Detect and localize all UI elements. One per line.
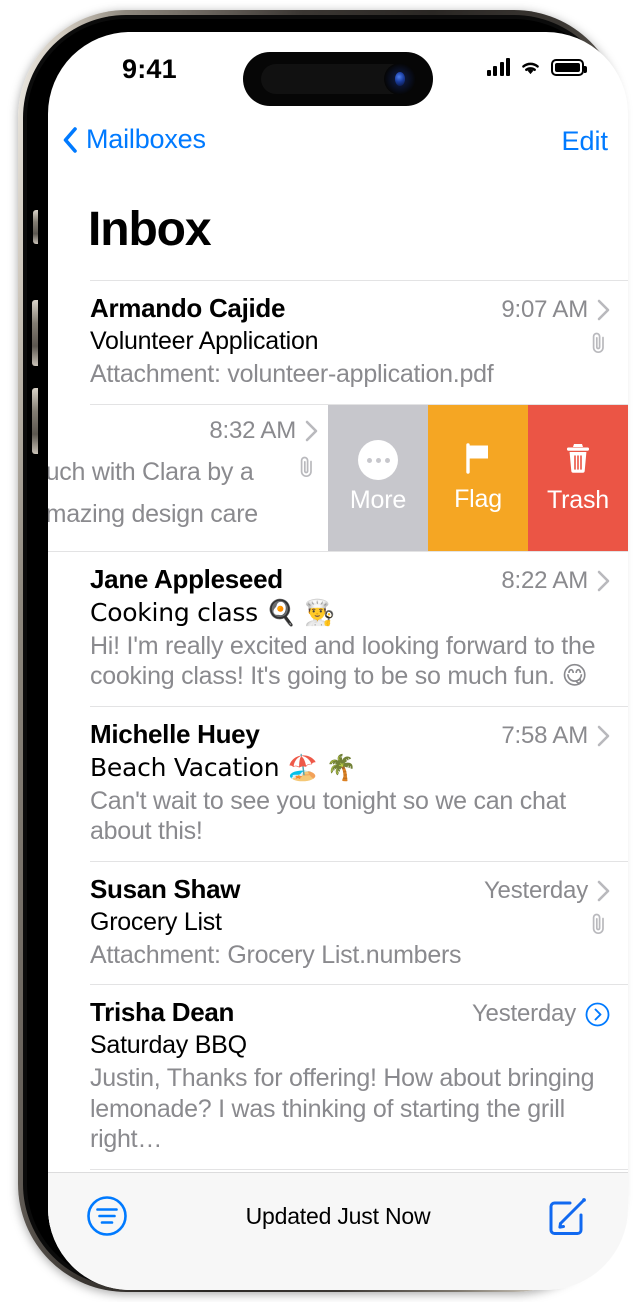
- chevron-right-icon: [305, 420, 318, 442]
- table-row[interactable]: Susan Shaw Yesterday Grocery List Attach…: [48, 861, 628, 984]
- bottom-toolbar: Updated Just Now: [48, 1172, 628, 1290]
- chevron-left-icon: [62, 126, 78, 154]
- email-sender: Trisha Dean: [90, 997, 235, 1027]
- navigation-bar: Mailboxes Edit: [48, 124, 628, 180]
- row-header: Jane Appleseed 8:22 AM: [90, 564, 628, 595]
- table-row[interactable]: Jane Appleseed 8:22 AM Cooking class 🍳 👨…: [48, 551, 628, 706]
- email-sender: Armando Cajide: [90, 293, 286, 323]
- swipe-more-button[interactable]: More: [328, 404, 428, 551]
- attachment-paperclip-icon: [297, 455, 316, 479]
- back-button-label: Mailboxes: [86, 124, 206, 154]
- flag-icon: [463, 442, 493, 479]
- attachment-paperclip-icon: [589, 912, 608, 936]
- row-meta: Yesterday: [484, 877, 610, 905]
- dynamic-island: [243, 52, 433, 106]
- volume-down-button[interactable]: [32, 388, 38, 454]
- chevron-right-icon: [597, 299, 610, 321]
- silent-switch-button[interactable]: [33, 210, 38, 244]
- email-preview: Attachment: volunteer-application.pdf: [90, 360, 494, 388]
- swiped-row-content[interactable]: 8:32 AM ouch with Clara by a amazing des…: [48, 404, 328, 551]
- chevron-right-icon: [597, 570, 610, 592]
- email-time: 7:58 AM: [501, 721, 588, 749]
- email-time: 9:07 AM: [501, 296, 588, 323]
- battery-full-icon: [551, 58, 587, 76]
- email-subject: Volunteer Application: [90, 327, 319, 355]
- edit-button[interactable]: Edit: [561, 126, 608, 157]
- email-time: 8:32 AM: [209, 416, 296, 444]
- table-row[interactable]: Armando Cajide 9:07 AM Volunteer Applica…: [48, 281, 628, 404]
- email-preview-line-1: ouch with Clara by a: [48, 457, 254, 486]
- email-sender: Jane Appleseed: [90, 563, 283, 594]
- volume-up-button[interactable]: [32, 300, 38, 366]
- row-header: Michelle Huey 7:58 AM: [90, 719, 628, 750]
- swipe-trash-button[interactable]: Trash: [528, 404, 628, 551]
- mail-list: Armando Cajide 9:07 AM Volunteer Applica…: [48, 280, 628, 1227]
- table-row[interactable]: Michelle Huey 7:58 AM Beach Vacation 🏖️ …: [48, 706, 628, 861]
- swipe-more-label: More: [349, 486, 407, 514]
- row-header: Trisha Dean Yesterday: [90, 997, 628, 1028]
- attachment-paperclip-icon: [589, 331, 608, 355]
- row-header: Susan Shaw Yesterday: [90, 874, 628, 905]
- table-row[interactable]: Trisha Dean Yesterday Saturday BBQ Justi…: [48, 985, 628, 1169]
- phone-screen: 9:41 Mailboxes Edit Inbox Armando Cajide…: [48, 32, 628, 1290]
- swipe-action-bar: More Flag Trash: [328, 404, 628, 551]
- row-meta: Yesterday: [472, 1000, 610, 1028]
- email-preview-line-2: amazing design care: [48, 500, 258, 528]
- email-sender: Susan Shaw: [90, 873, 241, 904]
- chevron-right-circle-icon[interactable]: [585, 1002, 610, 1027]
- ellipsis-circle-icon: [358, 440, 398, 480]
- swipe-flag-label: Flag: [454, 484, 502, 513]
- email-preview: Justin, Thanks for offering! How about b…: [90, 1064, 595, 1153]
- row-meta: 8:22 AM: [501, 567, 610, 595]
- compose-icon[interactable]: [546, 1193, 590, 1237]
- table-row-swiped[interactable]: 8:32 AM ouch with Clara by a amazing des…: [48, 404, 628, 551]
- email-time: 8:22 AM: [501, 566, 588, 594]
- status-bar-indicators: [486, 58, 587, 76]
- email-subject: Beach Vacation 🏖️ 🌴: [90, 752, 357, 782]
- chevron-right-icon: [597, 880, 610, 902]
- row-header: Armando Cajide 9:07 AM: [90, 293, 628, 324]
- trash-icon: [563, 441, 593, 480]
- email-subject: Saturday BBQ: [90, 1031, 247, 1059]
- page-title: Inbox: [88, 203, 212, 256]
- screenshot-stage: 9:41 Mailboxes Edit Inbox Armando Cajide…: [0, 0, 640, 1302]
- wifi-icon: [519, 58, 542, 76]
- row-meta: 9:07 AM: [501, 296, 610, 324]
- email-preview: Hi! I'm really excited and looking forwa…: [90, 631, 596, 691]
- row-header: 8:32 AM: [48, 417, 328, 445]
- email-time: Yesterday: [471, 1000, 576, 1027]
- email-subject: Grocery List: [90, 907, 222, 936]
- front-camera-icon: [384, 63, 416, 95]
- email-preview: Attachment: Grocery List.numbers: [90, 940, 462, 969]
- chevron-right-icon: [597, 725, 610, 747]
- row-meta: 8:32 AM: [209, 417, 318, 445]
- email-time: Yesterday: [483, 876, 588, 904]
- back-to-mailboxes-button[interactable]: Mailboxes: [62, 124, 206, 155]
- cellular-signal-icon: [486, 58, 510, 76]
- email-subject: Cooking class 🍳 👨‍🍳: [90, 597, 336, 627]
- iphone-device-frame: 9:41 Mailboxes Edit Inbox Armando Cajide…: [18, 10, 628, 1292]
- status-bar-time: 9:41: [122, 54, 177, 84]
- swipe-trash-label: Trash: [547, 485, 609, 514]
- email-sender: Michelle Huey: [90, 718, 260, 749]
- row-meta: 7:58 AM: [501, 722, 610, 750]
- toolbar-status-text: Updated Just Now: [245, 1203, 431, 1229]
- swipe-flag-button[interactable]: Flag: [428, 404, 528, 551]
- email-preview: Can't wait to see you tonight so we can …: [90, 786, 566, 846]
